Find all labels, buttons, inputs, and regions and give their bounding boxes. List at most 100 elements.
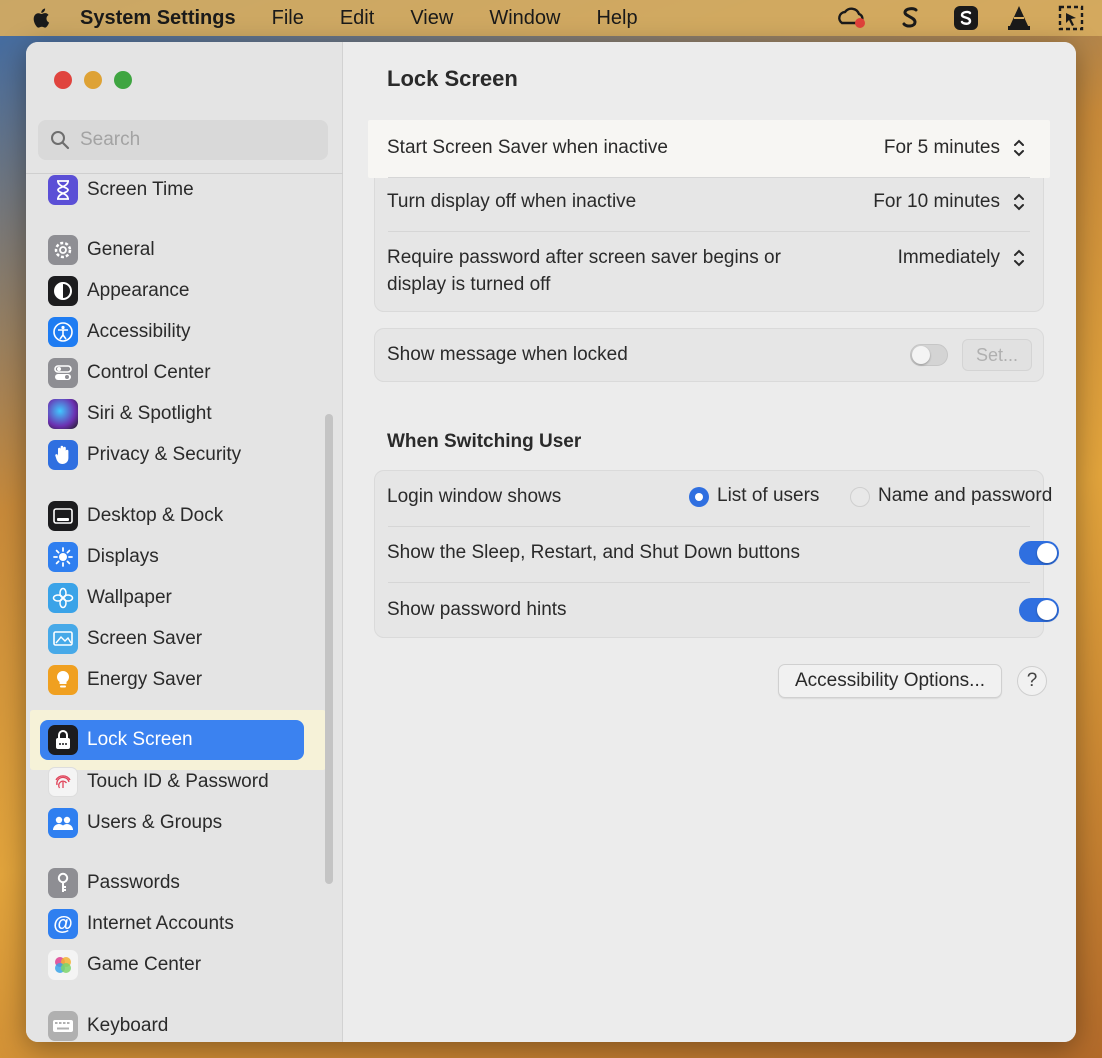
sidebar-item-label: Control Center xyxy=(87,362,211,383)
require-password-label-line2: display is turned off xyxy=(387,274,551,295)
skype-icon[interactable] xyxy=(952,4,980,32)
sidebar-item-internet-accounts[interactable]: @ Internet Accounts xyxy=(40,904,304,944)
flower-icon xyxy=(48,583,78,613)
display-off-value[interactable]: For 10 minutes xyxy=(873,191,1000,213)
sidebar-item-keyboard[interactable]: Keyboard xyxy=(40,1006,304,1042)
set-message-button[interactable]: Set... xyxy=(962,339,1032,371)
password-hints-row: Show password hints xyxy=(387,594,1030,626)
game-center-icon xyxy=(48,950,78,980)
hand-icon xyxy=(48,440,78,470)
sidebar-item-label: Screen Time xyxy=(87,179,194,200)
password-hints-label: Show password hints xyxy=(387,599,567,620)
row-divider xyxy=(388,526,1030,527)
appearance-icon xyxy=(48,276,78,306)
sidebar-item-label: Lock Screen xyxy=(87,729,193,750)
sidebar-scrollbar[interactable] xyxy=(325,414,333,884)
lightbulb-icon xyxy=(48,665,78,695)
sidebar-item-displays[interactable]: Displays xyxy=(40,537,304,577)
require-password-value[interactable]: Immediately xyxy=(898,244,1000,271)
sidebar-item-desktop-dock[interactable]: Desktop & Dock xyxy=(40,496,304,536)
sun-icon xyxy=(48,542,78,572)
search-icon xyxy=(51,131,70,150)
sidebar-item-game-center[interactable]: Game Center xyxy=(40,945,304,985)
sidebar-item-lock-screen[interactable]: Lock Screen xyxy=(40,720,304,760)
sidebar-item-privacy-security[interactable]: Privacy & Security xyxy=(40,435,304,475)
zoom-button[interactable] xyxy=(114,71,132,89)
sidebar-item-label: Game Center xyxy=(87,954,202,975)
at-icon: @ xyxy=(48,909,78,939)
screen-saver-label: Start Screen Saver when inactive xyxy=(387,137,668,158)
radio-name-and-password[interactable] xyxy=(850,487,870,507)
sidebar-item-touch-id-password[interactable]: Touch ID & Password xyxy=(40,762,304,802)
sidebar-item-users-groups[interactable]: Users & Groups xyxy=(40,803,304,843)
fingerprint-icon xyxy=(48,767,78,797)
lock-icon xyxy=(48,725,78,755)
display-off-label: Turn display off when inactive xyxy=(387,191,637,212)
page-title: Lock Screen xyxy=(387,66,518,91)
menu-help[interactable]: Help xyxy=(596,7,637,30)
vlc-icon[interactable] xyxy=(1004,4,1034,32)
require-password-label: Require password after screen saver begi… xyxy=(387,244,781,298)
creative-cloud-icon[interactable] xyxy=(834,4,870,32)
search-field[interactable] xyxy=(38,120,328,160)
accessibility-options-button[interactable]: Accessibility Options... xyxy=(778,664,1002,698)
sidebar-item-passwords[interactable]: Passwords xyxy=(40,863,304,903)
stepper-arrows-icon[interactable] xyxy=(1010,190,1028,214)
radio-label-list-of-users[interactable]: List of users xyxy=(717,485,819,507)
minimize-button[interactable] xyxy=(84,71,102,89)
siri-icon xyxy=(48,399,78,429)
stepper-arrows-icon[interactable] xyxy=(1010,246,1028,270)
sidebar-item-accessibility[interactable]: Accessibility xyxy=(40,312,304,352)
sleep-buttons-toggle[interactable] xyxy=(1019,541,1059,565)
sidebar-item-label: Desktop & Dock xyxy=(87,505,224,526)
screenshot-icon[interactable] xyxy=(1056,4,1086,32)
sidebar-item-label: Displays xyxy=(87,546,159,567)
help-button[interactable]: ? xyxy=(1017,666,1047,696)
radio-label-name-and-password[interactable]: Name and password xyxy=(878,485,1052,507)
apple-icon[interactable] xyxy=(30,6,54,30)
sidebar-item-label: Touch ID & Password xyxy=(87,771,269,792)
menu-view[interactable]: View xyxy=(410,7,453,30)
toggle-knob xyxy=(1037,543,1057,563)
login-window-label: Login window shows xyxy=(387,486,562,507)
sidebar-item-label: Privacy & Security xyxy=(87,444,242,465)
password-hints-toggle[interactable] xyxy=(1019,598,1059,622)
menu-file[interactable]: File xyxy=(272,7,304,30)
menu-window[interactable]: Window xyxy=(489,7,560,30)
row-divider xyxy=(388,177,1030,178)
require-password-row: Require password after screen saver begi… xyxy=(387,244,1030,300)
scrivener-icon[interactable] xyxy=(896,4,924,32)
close-button[interactable] xyxy=(54,71,72,89)
search-input[interactable] xyxy=(80,129,310,151)
gear-icon xyxy=(48,235,78,265)
sidebar-item-screen-time[interactable]: Screen Time xyxy=(40,170,304,210)
key-icon xyxy=(48,868,78,898)
sidebar-item-label: Energy Saver xyxy=(87,669,203,690)
screen-saver-value[interactable]: For 5 minutes xyxy=(884,137,1000,159)
sleep-buttons-label: Show the Sleep, Restart, and Shut Down b… xyxy=(387,542,800,563)
sidebar-item-appearance[interactable]: Appearance xyxy=(40,271,304,311)
hourglass-icon xyxy=(48,175,78,205)
dock-icon xyxy=(48,501,78,531)
screen-saver-icon xyxy=(48,624,78,654)
sidebar-item-siri-spotlight[interactable]: Siri & Spotlight xyxy=(40,394,304,434)
sidebar-item-control-center[interactable]: Control Center xyxy=(40,353,304,393)
sidebar-item-label: Users & Groups xyxy=(87,812,223,833)
sidebar-item-label: Screen Saver xyxy=(87,628,203,649)
menu-app-name[interactable]: System Settings xyxy=(80,7,236,30)
sidebar: Screen Time General Appearance Accessibi… xyxy=(26,42,343,1042)
sidebar-item-label: Passwords xyxy=(87,872,180,893)
sidebar-item-general[interactable]: General xyxy=(40,230,304,270)
sidebar-item-energy-saver[interactable]: Energy Saver xyxy=(40,660,304,700)
sidebar-item-screen-saver[interactable]: Screen Saver xyxy=(40,619,304,659)
sidebar-item-label: Appearance xyxy=(87,280,190,301)
radio-list-of-users[interactable] xyxy=(689,487,709,507)
accessibility-icon xyxy=(48,317,78,347)
row-divider xyxy=(388,231,1030,232)
menu-edit[interactable]: Edit xyxy=(340,7,374,30)
stepper-arrows-icon[interactable] xyxy=(1010,136,1028,160)
sleep-buttons-row: Show the Sleep, Restart, and Shut Down b… xyxy=(387,537,1030,569)
show-message-toggle[interactable] xyxy=(910,344,948,366)
toggle-knob xyxy=(1037,600,1057,620)
sidebar-item-wallpaper[interactable]: Wallpaper xyxy=(40,578,304,618)
